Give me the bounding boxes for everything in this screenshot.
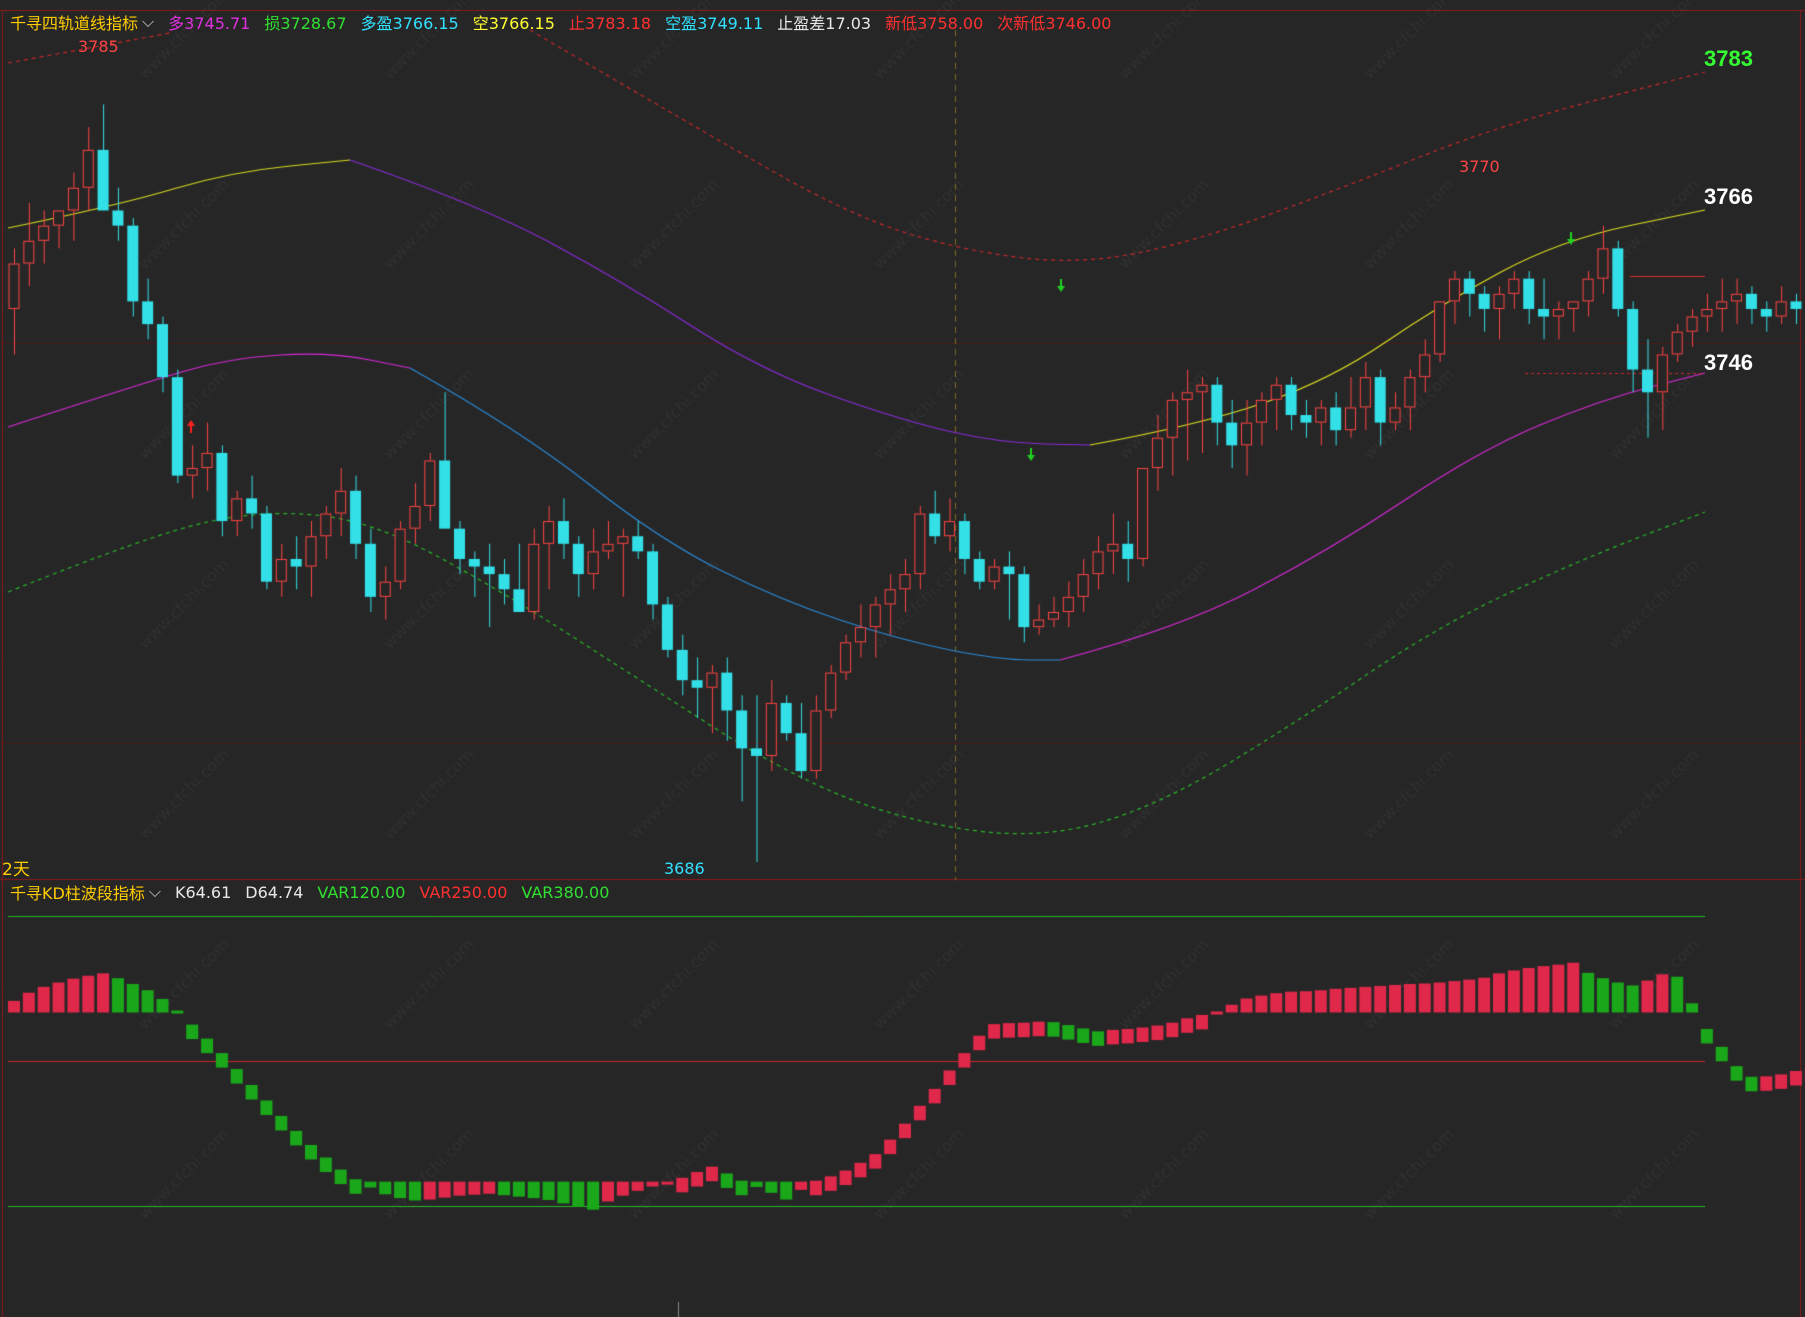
main-value-label: 多盈 <box>360 14 393 33</box>
main-value-number: 3766.15 <box>488 14 555 33</box>
sub-value-label: K <box>174 882 186 902</box>
sub-value-number: 20.00 <box>359 882 406 902</box>
main-value-number: 3783.18 <box>584 14 652 33</box>
main-indicator-name[interactable]: 千寻四轨道线指标 <box>10 10 138 34</box>
main-value-label: 止 <box>568 14 585 33</box>
main-value-label: 多 <box>168 14 185 33</box>
sub-value-0: K64.61 <box>175 883 231 902</box>
main-value-2: 多盈3766.15 <box>361 14 459 33</box>
chevron-down-icon[interactable]: ⌵ <box>142 12 154 32</box>
main-value-label: 损 <box>264 14 281 33</box>
main-value-label: 空盈 <box>665 14 698 33</box>
right-price-label-top: 3783 <box>1704 46 1753 71</box>
candlestick-chart-canvas[interactable] <box>0 0 1805 1317</box>
main-value-7: 新低3758.00 <box>885 14 983 33</box>
main-value-0: 多3745.71 <box>168 14 250 33</box>
main-value-8: 次新低3746.00 <box>997 14 1111 33</box>
main-indicator-header: 千寻四轨道线指标 ⌵ 多3745.71 损3728.67 多盈3766.15 空376… <box>10 11 1125 33</box>
main-value-label: 新低 <box>885 14 918 33</box>
right-price-label-mid: 3766 <box>1704 184 1753 209</box>
main-value-4: 止3783.18 <box>569 14 651 33</box>
main-value-label: 止盈差 <box>777 14 826 33</box>
sub-value-label: VAR3 <box>521 882 564 902</box>
sub-value-3: VAR250.00 <box>419 883 507 902</box>
main-value-number: 3728.67 <box>280 14 347 33</box>
main-value-3: 空3766.15 <box>473 14 555 33</box>
main-value-5: 空盈3749.11 <box>665 14 763 33</box>
main-value-label: 次新低 <box>997 14 1046 33</box>
recent-high-label: 3770 <box>1459 157 1500 176</box>
main-value-number: 3746.00 <box>1045 14 1112 33</box>
sub-indicator-header: 千寻KD柱波段指标 ⌵ K64.61 D64.74 VAR120.00 VAR250.… <box>10 881 623 903</box>
main-value-label: 空 <box>472 14 489 33</box>
main-value-number: 3758.00 <box>917 14 984 33</box>
sub-value-4: VAR380.00 <box>521 883 609 902</box>
main-indicator-values: 多3745.71 损3728.67 多盈3766.15 空3766.15 止3783.1… <box>168 10 1125 34</box>
high-peak-label: 3785 <box>78 37 119 56</box>
sub-indicator-values: K64.61 D64.74 VAR120.00 VAR250.00 VAR380.00 <box>175 883 623 902</box>
period-label: 2天 <box>2 860 30 880</box>
main-value-number: 17.03 <box>825 14 872 33</box>
sub-indicator-name[interactable]: 千寻KD柱波段指标 <box>10 880 145 904</box>
main-value-number: 3745.71 <box>184 14 251 33</box>
right-price-label-low: 3746 <box>1704 350 1753 375</box>
sub-value-number: 64.61 <box>185 882 232 902</box>
main-value-number: 3749.11 <box>697 14 764 33</box>
low-trough-label: 3686 <box>664 859 705 878</box>
main-value-1: 损3728.67 <box>264 14 346 33</box>
sub-value-2: VAR120.00 <box>317 883 405 902</box>
sub-value-label: VAR1 <box>317 882 360 902</box>
main-value-6: 止盈差17.03 <box>777 14 871 33</box>
sub-value-label: VAR2 <box>419 882 462 902</box>
sub-value-number: 64.74 <box>257 882 304 902</box>
sub-value-number: 50.00 <box>461 882 508 902</box>
main-value-number: 3766.15 <box>392 14 459 33</box>
sub-value-1: D64.74 <box>245 883 303 902</box>
sub-value-number: 80.00 <box>563 882 610 902</box>
chevron-down-icon[interactable]: ⌵ <box>149 882 161 902</box>
sub-value-label: D <box>245 882 258 902</box>
